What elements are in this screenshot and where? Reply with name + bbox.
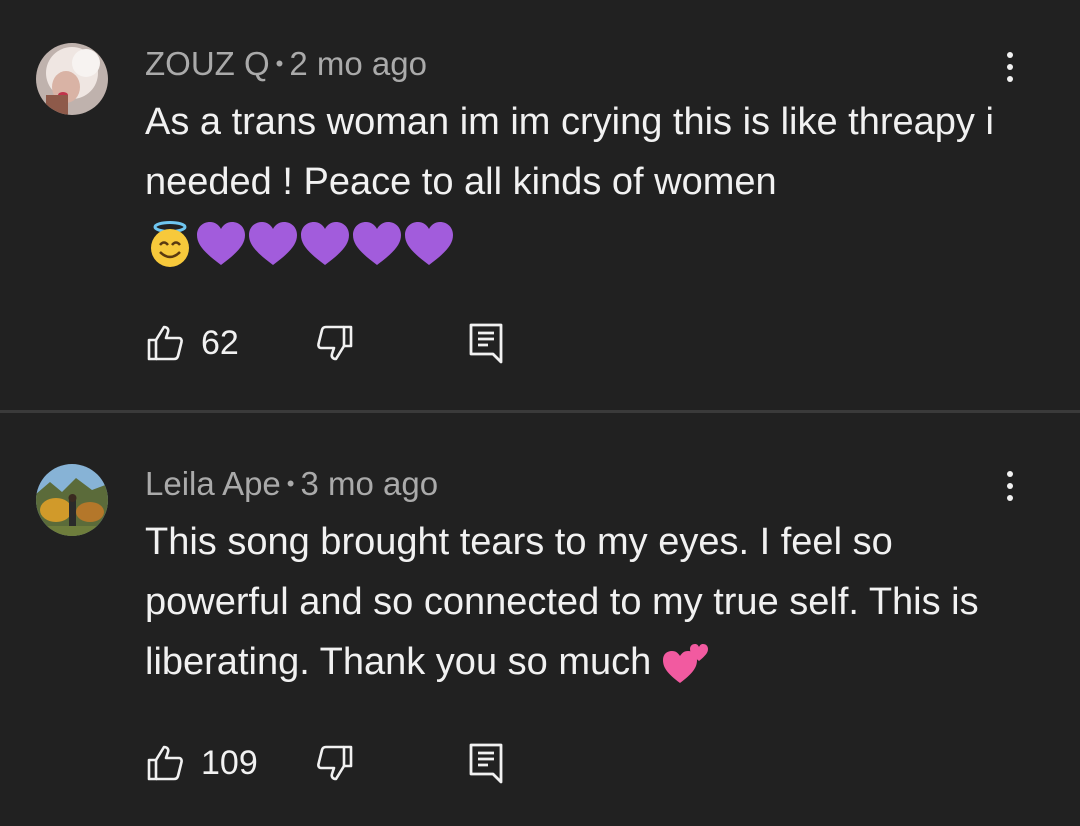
like-button[interactable]: 109 [145, 738, 258, 788]
comment-body: As a trans woman im im crying this is li… [145, 101, 994, 203]
more-options-button[interactable] [990, 461, 1030, 511]
like-button[interactable]: 62 [145, 318, 239, 368]
like-count: 62 [201, 323, 239, 362]
dislike-button[interactable] [315, 318, 355, 368]
avatar-image [36, 464, 108, 536]
more-vert-icon-dot [1007, 64, 1013, 70]
smiling-face-with-halo-icon [145, 219, 195, 269]
avatar[interactable] [36, 43, 108, 115]
meta-separator: • [286, 471, 295, 496]
comment-timestamp[interactable]: 2 mo ago [289, 45, 427, 82]
comment-meta: ZOUZ Q • 2 mo ago [145, 44, 427, 88]
more-vert-icon [1007, 52, 1013, 58]
more-vert-icon [1007, 471, 1013, 477]
comment-timestamp[interactable]: 3 mo ago [301, 465, 439, 502]
comment-thread-2: Leila Ape • 3 mo ago This song brought tea… [0, 414, 1080, 826]
reply-comment-icon [469, 743, 503, 784]
comment-meta: Leila Ape • 3 mo ago [145, 464, 438, 508]
more-options-button[interactable] [990, 42, 1030, 92]
like-count: 109 [201, 743, 258, 782]
author-name[interactable]: ZOUZ Q [145, 45, 270, 82]
thumb-up-icon [147, 325, 183, 361]
meta-separator: • [275, 51, 284, 76]
reply-button[interactable] [467, 318, 507, 368]
thumb-down-icon [317, 325, 353, 361]
two-hearts-icon [662, 641, 710, 687]
purple-heart-icon [195, 219, 247, 269]
comment-body: This song brought tears to my eyes. I fe… [145, 521, 979, 683]
thumb-up-icon [147, 745, 183, 781]
purple-heart-icon [247, 219, 299, 269]
comment-thread-1: ZOUZ Q • 2 mo ago As a trans woman im im c… [0, 0, 1080, 410]
purple-heart-icon [403, 219, 455, 269]
comment-divider [0, 410, 1080, 413]
thumb-down-icon [317, 745, 353, 781]
comment-text: This song brought tears to my eyes. I fe… [145, 512, 1045, 692]
purple-heart-icon [351, 219, 403, 269]
more-vert-icon-dot [1007, 76, 1013, 82]
comment-text: As a trans woman im im crying this is li… [145, 92, 1045, 272]
reply-button[interactable] [467, 738, 507, 788]
dislike-button[interactable] [315, 738, 355, 788]
avatar-image [36, 43, 108, 115]
avatar[interactable] [36, 464, 108, 536]
more-vert-icon-dot [1007, 495, 1013, 501]
more-vert-icon-dot [1007, 483, 1013, 489]
author-name[interactable]: Leila Ape [145, 465, 281, 502]
reply-comment-icon [469, 323, 503, 364]
purple-heart-icon [299, 219, 351, 269]
